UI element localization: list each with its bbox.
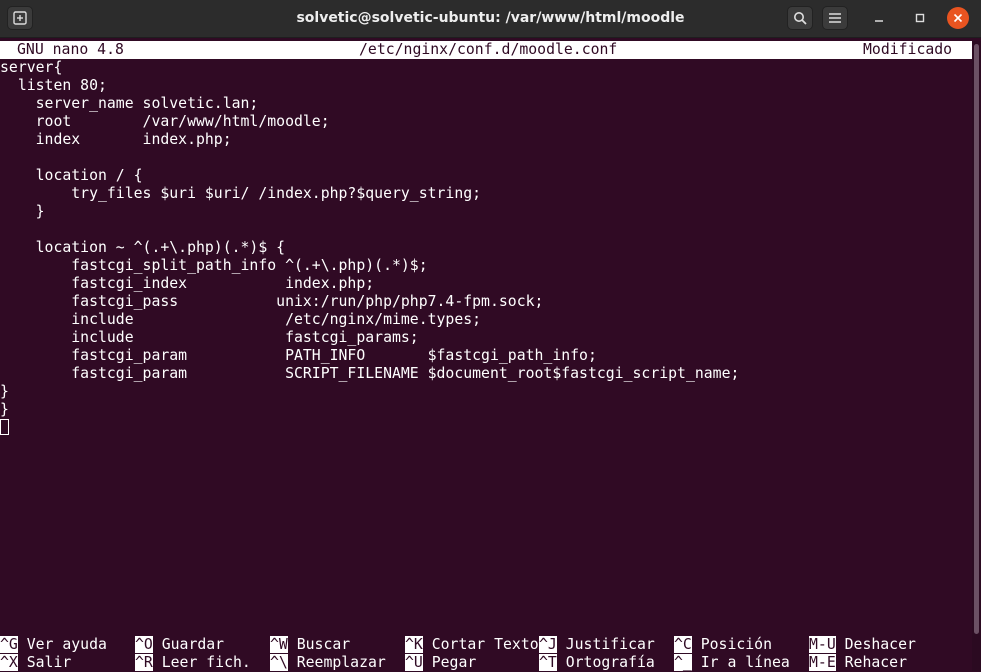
shortcut-label: Ver ayuda [17,636,107,653]
shortcut-label: Ortografía [556,654,655,671]
search-button[interactable] [787,6,813,30]
editor-line: location / { [0,167,143,184]
text-cursor [0,419,9,437]
nano-filename: /etc/nginx/conf.d/moodle.conf [359,41,618,58]
shortcut-item[interactable]: ^T Ortografía [539,654,655,672]
shortcut-item[interactable]: ^X Salir [0,654,71,672]
shortcut-label: Leer fich. [152,654,251,671]
shortcut-label: Posición [691,636,773,653]
nano-version: GNU nano 4.8 [17,41,124,58]
shortcut-item[interactable]: ^K Cortar Texto [405,636,539,654]
nano-header-bar: GNU nano 4.8 /etc/nginx/conf.d/moodle.co… [0,41,972,59]
shortcut-label: Justificar [556,636,655,653]
shortcut-key: ^T [539,654,557,671]
editor-line: location ~ ^(.+\.php)(.*)$ { [0,239,286,256]
shortcut-label: Guardar [152,636,225,653]
minimize-button[interactable] [866,6,892,30]
shortcut-item[interactable]: ^_ Ir a línea [674,654,790,672]
search-icon [794,12,807,25]
shortcut-item[interactable]: ^C Posición [674,636,772,654]
shortcut-key: ^K [405,636,423,653]
shortcut-item[interactable]: M-U Deshacer [809,636,916,654]
editor-line: } [0,383,9,400]
maximize-button[interactable] [907,6,933,30]
maximize-icon [915,13,925,23]
shortcut-item[interactable]: ^U Pegar [405,654,476,672]
shortcut-key: ^U [405,654,423,671]
shortcut-label: Cortar Texto [422,636,539,653]
shortcut-label: Pegar [422,654,477,671]
editor-line: index index.php; [0,131,232,148]
editor-line: server_name solvetic.lan; [0,95,259,112]
shortcut-key: ^W [270,636,288,653]
editor-line: } [0,401,9,418]
editor-line: listen 80; [0,77,107,94]
shortcut-key: ^\ [270,654,288,671]
shortcut-item[interactable]: M-E Rehacer [809,654,907,672]
shortcut-item[interactable]: ^G Ver ayuda [0,636,107,654]
editor-line: try_files $uri $uri/ /index.php?$query_s… [0,185,482,202]
shortcut-label: Salir [17,654,72,671]
shortcut-item[interactable]: ^O Guardar [135,636,224,654]
editor-line: fastcgi_param SCRIPT_FILENAME $document_… [0,365,740,382]
shortcut-item[interactable]: ^R Leer fich. [135,654,251,672]
shortcut-label: Deshacer [835,636,916,653]
shortcut-label: Buscar [287,636,351,653]
menu-button[interactable] [822,6,848,30]
shortcut-key: ^C [674,636,692,653]
editor-line: server{ [0,59,63,76]
shortcut-key: ^X [0,654,18,671]
editor-line: fastcgi_pass unix:/run/php/php7.4-fpm.so… [0,293,544,310]
shortcut-label: Reemplazar [287,654,386,671]
editor-line: include fastcgi_params; [0,329,419,346]
editor-line: fastcgi_param PATH_INFO $fastcgi_path_in… [0,347,597,364]
shortcut-key: ^O [135,636,153,653]
editor-line: root /var/www/html/moodle; [0,113,330,130]
close-icon [953,13,963,23]
minimize-icon [875,20,883,22]
shortcut-key: ^G [0,636,18,653]
shortcut-label: Ir a línea [691,654,790,671]
shortcut-key: ^J [539,636,557,653]
shortcut-item[interactable]: ^\ Reemplazar [270,654,386,672]
scrollbar-thumb[interactable] [974,44,979,634]
hamburger-menu-icon [829,13,841,23]
editor-line: fastcgi_split_path_info ^(.+\.php)(.*)$; [0,257,428,274]
editor-line: fastcgi_index index.php; [0,275,375,292]
shortcut-key: M-E [809,654,836,671]
terminal-window: solvetic@solvetic-ubuntu: /var/www/html/… [0,0,981,671]
editor-line: include /etc/nginx/mime.types; [0,311,482,328]
close-button[interactable] [947,7,969,29]
shortcut-key: ^_ [674,654,692,671]
editor-line: } [0,203,45,220]
shortcut-label: Rehacer [835,654,908,671]
title-bar: solvetic@solvetic-ubuntu: /var/www/html/… [0,0,981,38]
shortcut-key: M-U [809,636,836,653]
shortcut-key: ^R [135,654,153,671]
shortcut-item[interactable]: ^W Buscar [270,636,350,654]
shortcut-item[interactable]: ^J Justificar [539,636,655,654]
nano-status: Modificado [863,41,953,58]
